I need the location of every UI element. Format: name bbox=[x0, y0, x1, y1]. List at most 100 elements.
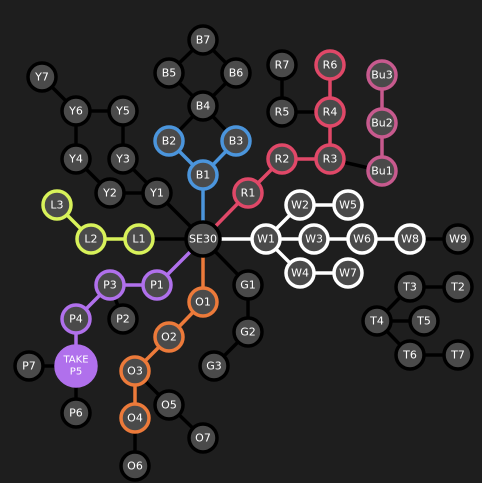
skill-node-p5[interactable]: TAKEP5 bbox=[54, 344, 98, 388]
skill-node-t7[interactable]: T7 bbox=[442, 339, 474, 371]
node-label: SE30 bbox=[189, 233, 217, 246]
skill-node-t4[interactable]: T4 bbox=[361, 305, 393, 337]
skill-node-b3[interactable]: B3 bbox=[220, 125, 252, 157]
node-label: R2 bbox=[275, 153, 290, 166]
skill-node-r6[interactable]: R6 bbox=[314, 49, 346, 81]
skill-node-o1[interactable]: O1 bbox=[187, 286, 219, 318]
skill-node-b7[interactable]: B7 bbox=[187, 24, 219, 56]
skill-node-p1[interactable]: P1 bbox=[141, 269, 173, 301]
skill-node-p4[interactable]: P4 bbox=[60, 303, 92, 335]
skill-node-r3[interactable]: R3 bbox=[314, 143, 346, 175]
skill-node-o4[interactable]: O4 bbox=[119, 402, 151, 434]
node-label: O4 bbox=[127, 412, 143, 425]
node-label: W7 bbox=[339, 267, 357, 280]
skill-node-y7[interactable]: Y7 bbox=[26, 61, 58, 93]
skill-node-o5[interactable]: O5 bbox=[153, 389, 185, 421]
skill-node-w6[interactable]: W6 bbox=[346, 223, 378, 255]
skill-node-b1[interactable]: B1 bbox=[187, 159, 219, 191]
node-label: R4 bbox=[323, 106, 338, 119]
skill-node-t5[interactable]: T5 bbox=[408, 305, 440, 337]
skill-node-p6[interactable]: P6 bbox=[60, 397, 92, 429]
node-label: W1 bbox=[257, 233, 275, 246]
skill-node-y2[interactable]: Y2 bbox=[94, 177, 126, 209]
node-label: T2 bbox=[450, 281, 465, 294]
skill-node-w3[interactable]: W3 bbox=[298, 223, 330, 255]
skill-node-w1[interactable]: W1 bbox=[250, 223, 282, 255]
node-label: R6 bbox=[323, 59, 338, 72]
skill-node-b5[interactable]: B5 bbox=[153, 57, 185, 89]
skill-node-t2[interactable]: T2 bbox=[442, 271, 474, 303]
skill-node-bu2[interactable]: Bu2 bbox=[366, 107, 398, 139]
skill-node-t6[interactable]: T6 bbox=[394, 339, 426, 371]
skill-node-bu1[interactable]: Bu1 bbox=[366, 155, 398, 187]
skill-node-p7[interactable]: P7 bbox=[13, 350, 45, 382]
node-label: B2 bbox=[162, 135, 177, 148]
node-label: B3 bbox=[229, 135, 244, 148]
skill-node-w5[interactable]: W5 bbox=[332, 189, 364, 221]
node-label: Y2 bbox=[102, 187, 117, 200]
node-label: B1 bbox=[196, 169, 211, 182]
skill-node-w2[interactable]: W2 bbox=[284, 189, 316, 221]
skill-node-r7[interactable]: R7 bbox=[266, 49, 298, 81]
skill-node-l1[interactable]: L1 bbox=[123, 223, 155, 255]
skill-node-bu3[interactable]: Bu3 bbox=[366, 59, 398, 91]
skill-node-g2[interactable]: G2 bbox=[232, 316, 264, 348]
skill-node-r5[interactable]: R5 bbox=[266, 96, 298, 128]
skill-node-w9[interactable]: W9 bbox=[442, 223, 474, 255]
node-label: R7 bbox=[275, 59, 290, 72]
node-label: Y6 bbox=[68, 105, 83, 118]
node-label: B4 bbox=[196, 100, 211, 113]
node-label: T4 bbox=[369, 315, 384, 328]
node-label: W4 bbox=[291, 267, 309, 280]
skill-node-r4[interactable]: R4 bbox=[314, 96, 346, 128]
node-label: TAKE bbox=[62, 355, 88, 366]
skill-node-y1[interactable]: Y1 bbox=[141, 177, 173, 209]
node-label: W5 bbox=[339, 199, 357, 212]
node-label: Y4 bbox=[68, 153, 83, 166]
node-label: Y3 bbox=[115, 153, 130, 166]
skill-node-p2[interactable]: P2 bbox=[107, 303, 139, 335]
skill-node-b6[interactable]: B6 bbox=[220, 57, 252, 89]
node-label: T6 bbox=[402, 349, 417, 362]
node-label: T3 bbox=[402, 281, 417, 294]
skill-node-t3[interactable]: T3 bbox=[394, 271, 426, 303]
skill-node-o7[interactable]: O7 bbox=[187, 422, 219, 454]
skill-node-b2[interactable]: B2 bbox=[153, 125, 185, 157]
skill-node-o3[interactable]: O3 bbox=[119, 355, 151, 387]
node-label: O3 bbox=[127, 365, 143, 378]
node-label: O5 bbox=[161, 399, 177, 412]
skill-tree-nodes: B7 B5 B6 B4 B2 B3 B1 R7 R6 R5 R4 R3 R2 R1 Bu3 Bu2 Bu1 Y7 Y… bbox=[13, 24, 474, 482]
skill-node-y5[interactable]: Y5 bbox=[107, 95, 139, 127]
skill-node-p3[interactable]: P3 bbox=[94, 269, 126, 301]
skill-node-o2[interactable]: O2 bbox=[153, 321, 185, 353]
node-label: G2 bbox=[240, 326, 256, 339]
skill-node-b4[interactable]: B4 bbox=[187, 90, 219, 122]
node-label: G1 bbox=[240, 279, 256, 292]
skill-node-g1[interactable]: G1 bbox=[232, 269, 264, 301]
skill-node-r1[interactable]: R1 bbox=[232, 177, 264, 209]
skill-tree-board: B7 B5 B6 B4 B2 B3 B1 R7 R6 R5 R4 R3 R2 R1 Bu3 Bu2 Bu1 Y7 Y… bbox=[13, 24, 474, 482]
skill-node-g3[interactable]: G3 bbox=[198, 350, 230, 382]
node-label: W6 bbox=[353, 233, 371, 246]
node-label: P6 bbox=[69, 407, 83, 420]
node-label: Y1 bbox=[149, 187, 164, 200]
skill-node-w7[interactable]: W7 bbox=[332, 257, 364, 289]
skill-node-y6[interactable]: Y6 bbox=[60, 95, 92, 127]
skill-node-o6[interactable]: O6 bbox=[119, 450, 151, 482]
skill-node-y3[interactable]: Y3 bbox=[107, 143, 139, 175]
center-node-se30[interactable]: SE30 bbox=[184, 220, 222, 258]
node-label: Bu1 bbox=[371, 165, 393, 178]
node-label: Y5 bbox=[115, 105, 130, 118]
skill-node-l3[interactable]: L3 bbox=[41, 189, 73, 221]
node-label: O7 bbox=[195, 432, 211, 445]
node-label: P2 bbox=[116, 313, 130, 326]
node-label: T7 bbox=[450, 349, 465, 362]
node-label: O6 bbox=[127, 460, 143, 473]
node-label: L1 bbox=[132, 233, 145, 246]
skill-node-w4[interactable]: W4 bbox=[284, 257, 316, 289]
skill-node-l2[interactable]: L2 bbox=[75, 223, 107, 255]
node-label: G3 bbox=[206, 360, 222, 373]
skill-node-y4[interactable]: Y4 bbox=[60, 143, 92, 175]
skill-node-w8[interactable]: W8 bbox=[394, 223, 426, 255]
skill-node-r2[interactable]: R2 bbox=[266, 143, 298, 175]
